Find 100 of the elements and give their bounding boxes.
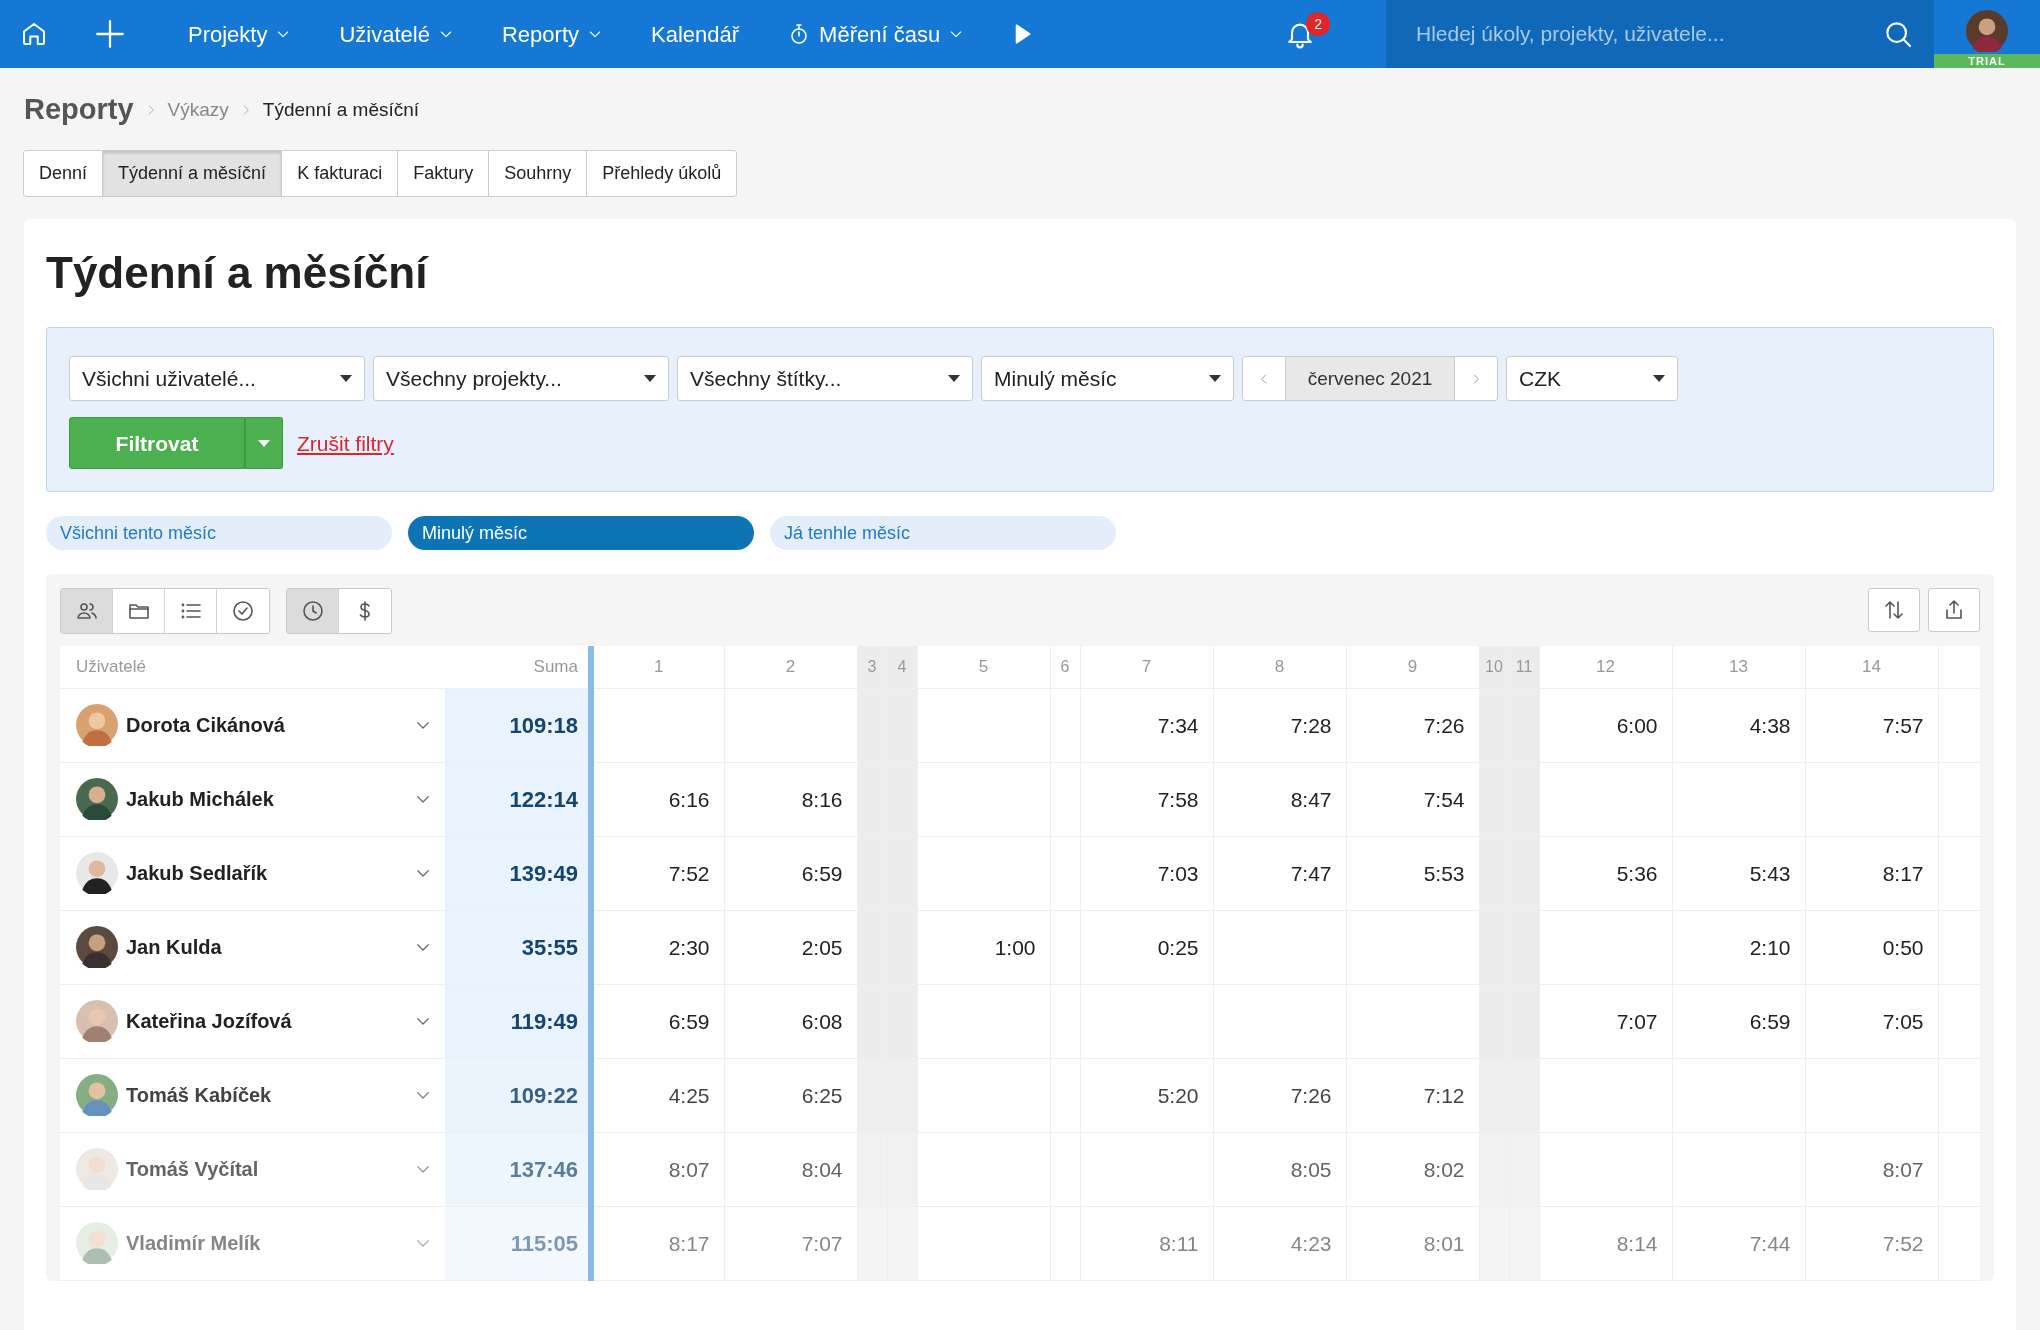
- sum-cell: 109:22: [445, 1058, 591, 1133]
- dropdown-toggle-button[interactable]: [245, 417, 283, 470]
- select-field[interactable]: Všechny projekty...: [373, 356, 669, 402]
- user-name: Vladimír Melík: [126, 1231, 261, 1257]
- time-cell: 5:43: [1672, 836, 1805, 911]
- user-name: Jakub Michálek: [126, 787, 274, 813]
- user-avatar: [76, 852, 118, 895]
- nav-menu-item[interactable]: Měření času: [763, 0, 989, 68]
- time-cell: 8:47: [1213, 762, 1346, 837]
- clear-filters-link[interactable]: Zrušit filtry: [297, 427, 394, 460]
- breadcrumb-item: Týdenní a měsíční: [262, 97, 420, 122]
- dollar-view-button[interactable]: [339, 589, 391, 634]
- export-button[interactable]: [1928, 588, 1980, 633]
- day-header: 8: [1213, 646, 1346, 689]
- day-header: 4: [887, 646, 917, 689]
- time-cell: 5:20: [1080, 1058, 1213, 1133]
- user-name: Kateřina Jozífová: [126, 1009, 292, 1035]
- check-circle-icon: [231, 599, 255, 624]
- clock-view-button[interactable]: [287, 589, 339, 634]
- period-field[interactable]: červenec 2021: [1285, 357, 1455, 401]
- user-avatar: [76, 1148, 118, 1191]
- time-cell: 6:16: [591, 762, 724, 837]
- time-cell: 7:52: [1805, 1206, 1938, 1281]
- time-cell: 6:59: [591, 984, 724, 1059]
- day-header: 5: [917, 646, 1050, 689]
- day-header: 1: [591, 646, 724, 689]
- preset-filter[interactable]: Minulý měsíc: [408, 516, 754, 551]
- time-cell: 8:07: [1805, 1132, 1938, 1207]
- time-cell: 7:28: [1213, 688, 1346, 763]
- sum-cell: 122:14: [445, 762, 591, 837]
- day-header: 3: [857, 646, 887, 689]
- tab[interactable]: Přehledy úkolů: [586, 149, 738, 197]
- user-avatar: [76, 1000, 118, 1043]
- day-header: 7: [1080, 646, 1213, 689]
- time-cell: 7:57: [1805, 688, 1938, 763]
- time-cell: 0:25: [1080, 910, 1213, 985]
- user-avatar: [76, 778, 118, 821]
- search-bar[interactable]: Hledej úkoly, projekty, uživatele...: [1386, 0, 1934, 68]
- user-name: Jakub Sedlařík: [126, 861, 268, 887]
- time-cell: 7:07: [724, 1206, 857, 1281]
- user-name: Tomáš Kabíček: [126, 1083, 272, 1109]
- time-cell: 8:14: [1539, 1206, 1672, 1281]
- tab[interactable]: Faktury: [397, 149, 490, 197]
- time-cell: 4:25: [591, 1058, 724, 1133]
- preset-filter[interactable]: Já tenhle měsíc: [770, 516, 1116, 551]
- folder-view-button[interactable]: [113, 589, 165, 634]
- trial-badge: TRIAL: [1934, 54, 2040, 68]
- page-title: Týdenní a měsíční: [46, 246, 430, 299]
- time-cell: 7:44: [1672, 1206, 1805, 1281]
- time-cell: 7:34: [1080, 688, 1213, 763]
- list-view-button[interactable]: [165, 589, 217, 634]
- notification-count: 2: [1306, 12, 1331, 36]
- tab[interactable]: Souhrny: [488, 149, 588, 197]
- day-header: 10: [1479, 646, 1509, 689]
- sum-cell: 115:05: [445, 1206, 591, 1281]
- search-field[interactable]: Hledej úkoly, projekty, uživatele...: [1414, 17, 1882, 51]
- time-cell: 8:05: [1213, 1132, 1346, 1207]
- nav-menu-item[interactable]: Uživatelé: [315, 0, 478, 68]
- plus-icon[interactable]: [93, 17, 127, 51]
- day-header: 12: [1539, 646, 1672, 689]
- time-cell: 7:07: [1539, 984, 1672, 1059]
- select-field[interactable]: Minulý měsíc: [981, 356, 1234, 402]
- nav-menu-item[interactable]: Projekty: [164, 0, 316, 68]
- people-view-button[interactable]: [61, 589, 113, 634]
- day-header: 6: [1050, 646, 1080, 689]
- time-cell: 8:11: [1080, 1206, 1213, 1281]
- time-cell: 8:17: [1805, 836, 1938, 911]
- clock-icon: [300, 599, 325, 624]
- time-cell: 6:00: [1539, 688, 1672, 763]
- day-header: 14: [1805, 646, 1938, 689]
- user-avatar: [76, 704, 118, 747]
- tab[interactable]: Denní: [23, 149, 104, 197]
- time-cell: 8:01: [1346, 1206, 1479, 1281]
- user-name: Dorota Cikánová: [126, 713, 285, 739]
- select-field[interactable]: CZK: [1506, 356, 1678, 402]
- user-avatar: [76, 1074, 118, 1117]
- time-cell: 1:00: [917, 910, 1050, 985]
- breadcrumb-item[interactable]: Reporty: [24, 88, 134, 132]
- check-circle-view-button[interactable]: [217, 589, 269, 634]
- time-cell: 7:52: [591, 836, 724, 911]
- nav-menu-item[interactable]: Kalendář: [627, 0, 764, 68]
- time-cell: 7:26: [1213, 1058, 1346, 1133]
- column-header: Uživatelé: [60, 646, 445, 689]
- select-field[interactable]: Všechny štítky...: [677, 356, 973, 402]
- time-cell: 2:30: [591, 910, 724, 985]
- preset-filter[interactable]: Všichni tento měsíc: [46, 516, 392, 551]
- nav-menu-item[interactable]: Reporty: [477, 0, 627, 68]
- time-cell: 5:36: [1539, 836, 1672, 911]
- sort-button[interactable]: [1868, 588, 1920, 633]
- tab[interactable]: K fakturaci: [281, 149, 399, 197]
- time-cell: 7:03: [1080, 836, 1213, 911]
- sum-cell: 35:55: [445, 910, 591, 985]
- user-name: Jan Kulda: [126, 935, 222, 961]
- tab[interactable]: Týdenní a měsíční: [102, 149, 283, 197]
- time-cell: 7:05: [1805, 984, 1938, 1059]
- select-field[interactable]: Všichni uživatelé...: [69, 356, 365, 402]
- time-cell: 6:59: [1672, 984, 1805, 1059]
- user-avatar: [1966, 10, 2008, 52]
- user-avatar: [76, 1222, 118, 1265]
- time-cell: 7:47: [1213, 836, 1346, 911]
